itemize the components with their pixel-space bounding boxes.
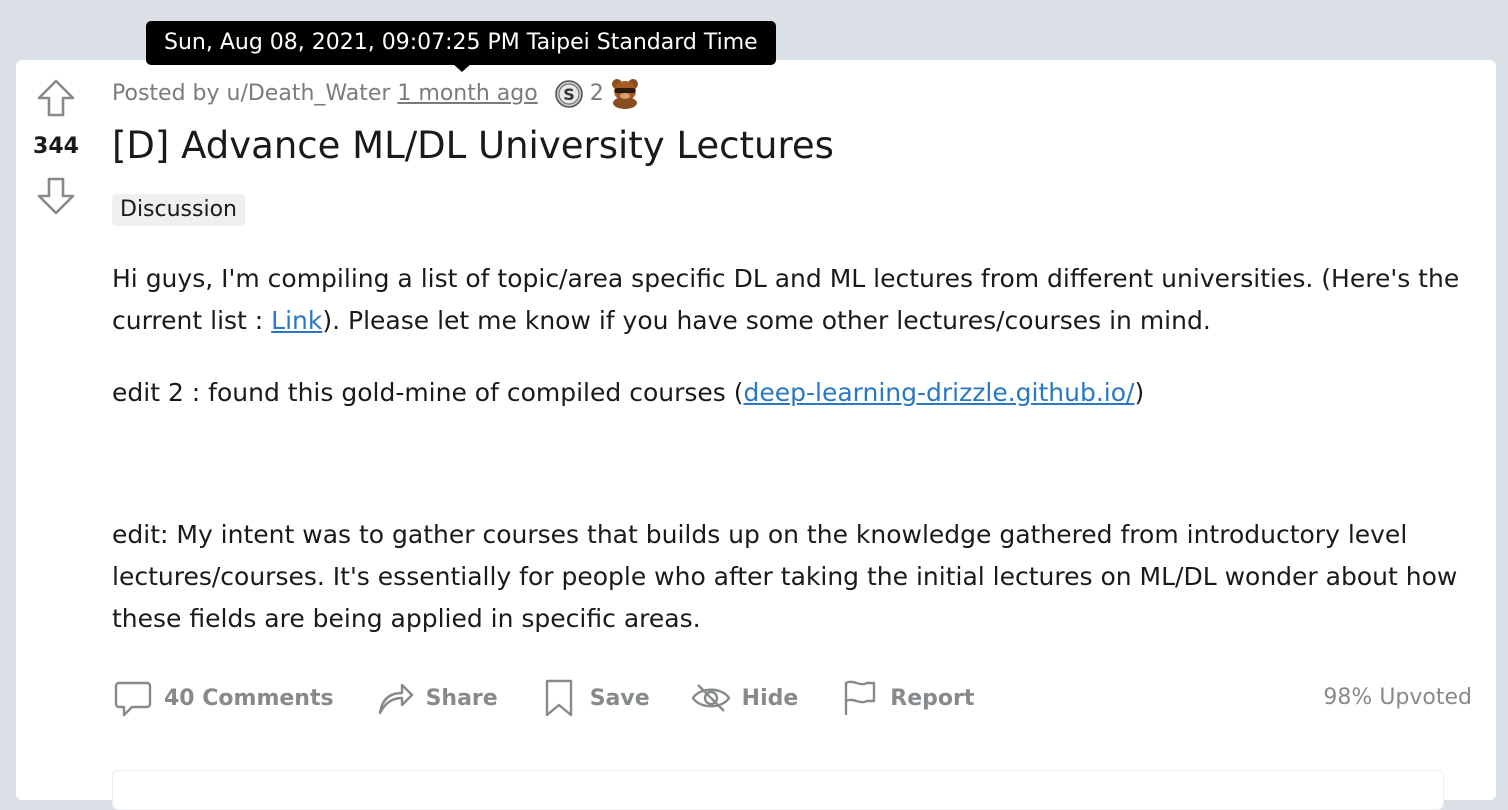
comment-input-box[interactable] (112, 770, 1444, 810)
save-button[interactable]: Save (538, 677, 650, 719)
body-paragraph-1: Hi guys, I'm compiling a list of topic/a… (112, 258, 1472, 342)
list-link[interactable]: Link (271, 306, 322, 335)
drizzle-link[interactable]: deep-learning-drizzle.github.io/ (744, 378, 1135, 407)
share-arrow-icon (378, 683, 413, 715)
comments-label: 40 Comments (164, 685, 334, 711)
upvote-ratio: 98% Upvoted (1323, 685, 1472, 710)
report-label: Report (890, 685, 975, 711)
downvote-button[interactable] (36, 176, 76, 216)
award-count: 2 (589, 80, 604, 106)
timestamp-tooltip: Sun, Aug 08, 2021, 09:07:25 PM Taipei St… (146, 21, 776, 65)
body-paragraph-2: edit 2 : found this gold-mine of compile… (112, 372, 1472, 414)
upvote-button[interactable] (36, 78, 76, 118)
post-meta: Posted by u/Death_Water 1 month ago S 2 (112, 76, 640, 110)
post-timestamp[interactable]: 1 month ago (397, 81, 537, 106)
comments-button[interactable]: 40 Comments (112, 677, 334, 719)
post-flair[interactable]: Discussion (112, 194, 245, 226)
vote-score: 344 (33, 134, 79, 159)
body-paragraph-3: edit: My intent was to gather courses th… (112, 520, 1458, 633)
body-text: ) (1134, 378, 1145, 407)
post-actions-bar: 40 Comments Share Save Hide Report 98% U… (112, 672, 1472, 724)
tooltip-pointer (452, 63, 472, 72)
upvote-arrow-icon (37, 79, 75, 117)
post-body: Hi guys, I'm compiling a list of topic/a… (112, 258, 1472, 640)
svg-text:S: S (563, 85, 575, 104)
vote-column: 344 (16, 60, 96, 240)
eye-slash-icon (691, 684, 731, 712)
report-button[interactable]: Report (838, 677, 974, 719)
posted-by-user[interactable]: Posted by u/Death_Water (112, 81, 390, 106)
downvote-arrow-icon (37, 177, 75, 215)
post-title[interactable]: [D] Advance ML/DL University Lectures (112, 124, 834, 167)
save-label: Save (589, 685, 650, 711)
hide-button[interactable]: Hide (690, 677, 799, 719)
share-label: Share (425, 685, 498, 711)
bear-award-icon[interactable] (610, 77, 640, 109)
hide-label: Hide (741, 685, 799, 711)
share-button[interactable]: Share (374, 677, 498, 719)
comment-bubble-icon (114, 681, 152, 717)
body-text: ). Please let me know if you have some o… (322, 306, 1211, 335)
silver-award-icon[interactable]: S (554, 78, 584, 108)
flag-icon (845, 680, 876, 715)
bookmark-icon (545, 679, 572, 717)
body-text: edit 2 : found this gold-mine of compile… (112, 378, 744, 407)
